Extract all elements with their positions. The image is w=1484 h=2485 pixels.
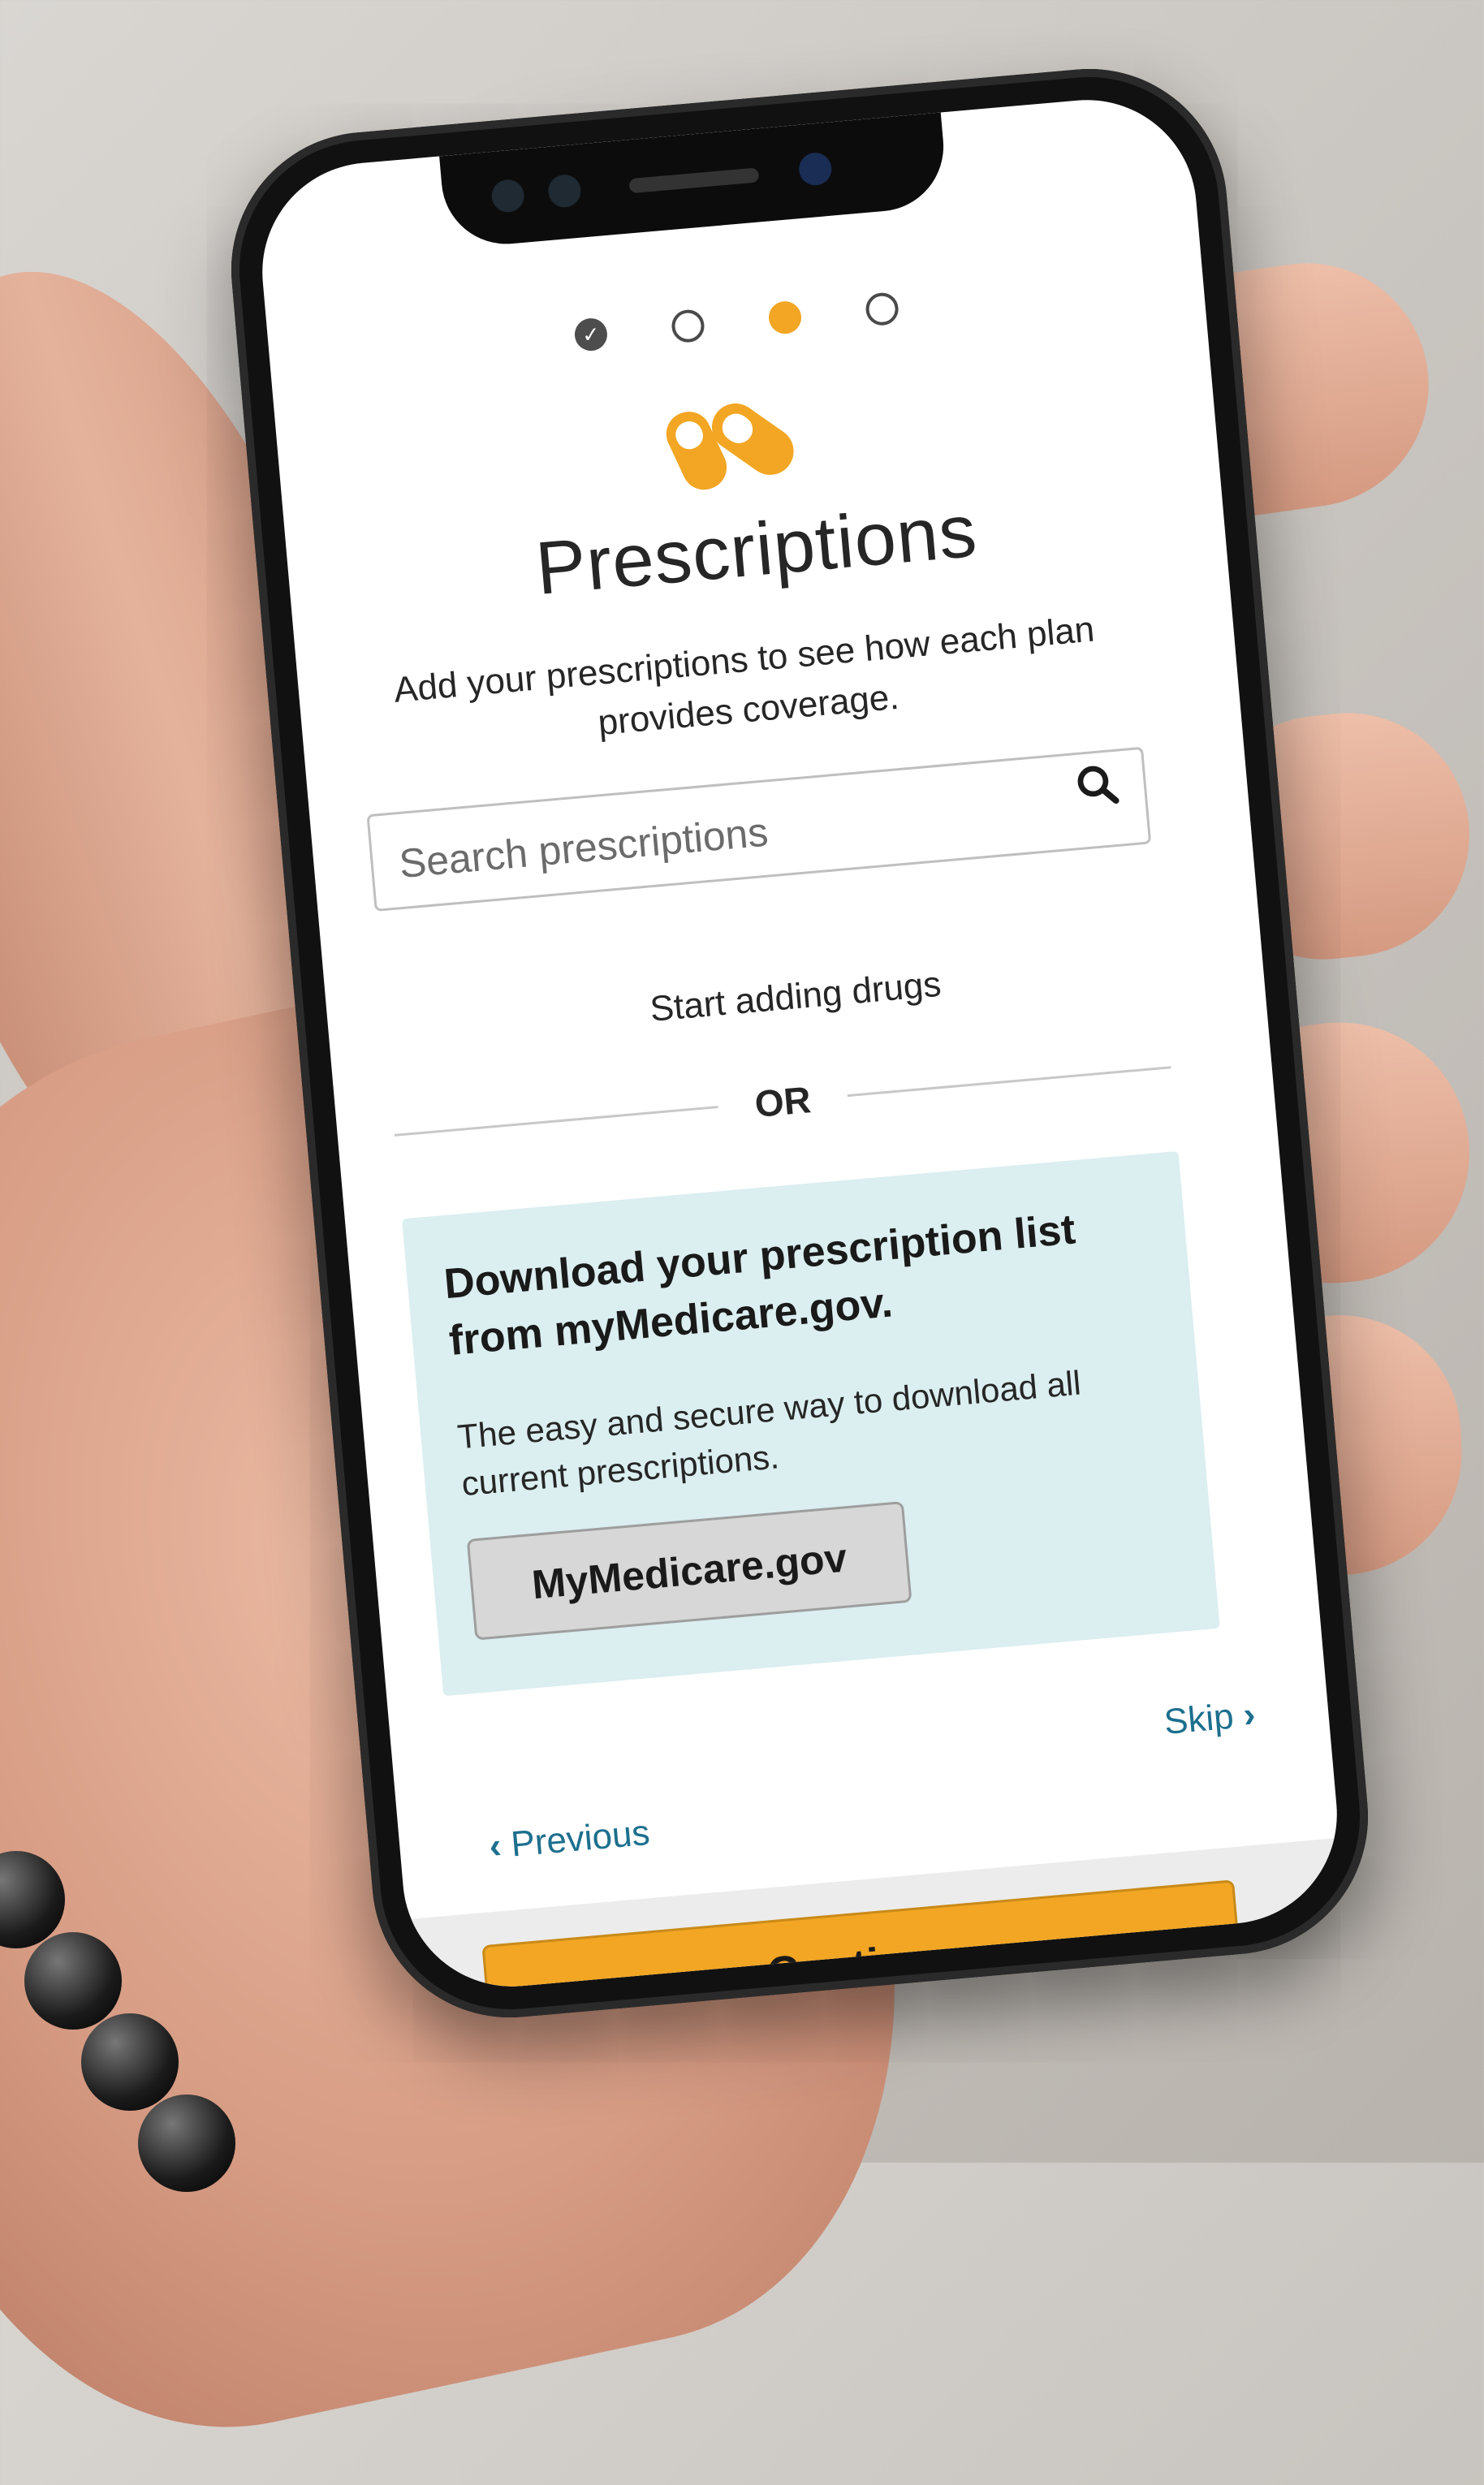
bracelet-bead (81, 2013, 179, 2111)
step-indicator-current (767, 300, 803, 335)
or-divider: OR (392, 1042, 1173, 1158)
previous-label: Previous (509, 1812, 652, 1865)
search-box (366, 746, 1152, 912)
speaker-grille (628, 167, 760, 194)
search-input[interactable] (395, 780, 1050, 891)
step-indicator (670, 308, 706, 344)
step-indicator-complete: ✓ (573, 317, 609, 352)
mymedicare-button[interactable]: MyMedicare.gov (466, 1501, 912, 1641)
camera-icon (490, 178, 526, 214)
bracelet (0, 1851, 260, 2192)
checkmark-icon: ✓ (580, 321, 602, 347)
search-icon[interactable] (1072, 759, 1123, 810)
step-indicator (864, 291, 900, 327)
mymedicare-title: Download your prescription list from myM… (442, 1206, 1077, 1365)
bracelet-bead (24, 1932, 122, 2030)
phone-screen: ✓ Prescriptions Add your prescriptions t… (252, 90, 1347, 1996)
bracelet-bead (0, 1851, 65, 1948)
skip-label: Skip (1162, 1696, 1236, 1742)
chevron-left-icon: ‹ (487, 1825, 503, 1866)
chevron-right-icon: › (1241, 1694, 1258, 1736)
or-label: OR (753, 1078, 813, 1125)
start-adding-text: Start adding drugs (648, 964, 943, 1029)
camera-icon (797, 151, 833, 187)
bracelet-bead (138, 2095, 235, 2192)
mymedicare-card: Download your prescription list from myM… (402, 1150, 1220, 1697)
phone: ✓ Prescriptions Add your prescriptions t… (219, 57, 1380, 2030)
pills-icon (666, 403, 794, 490)
mymedicare-description: The easy and secure way to download all … (455, 1363, 1083, 1504)
previous-link[interactable]: ‹ Previous (488, 1813, 652, 1867)
page-subtitle: Add your prescriptions to see how each p… (392, 609, 1096, 744)
prescriptions-page: ✓ Prescriptions Add your prescriptions t… (253, 91, 1347, 1996)
skip-link[interactable]: Skip › (1163, 1694, 1257, 1743)
sensor-icon (546, 173, 583, 209)
progress-steps: ✓ (269, 265, 1205, 378)
